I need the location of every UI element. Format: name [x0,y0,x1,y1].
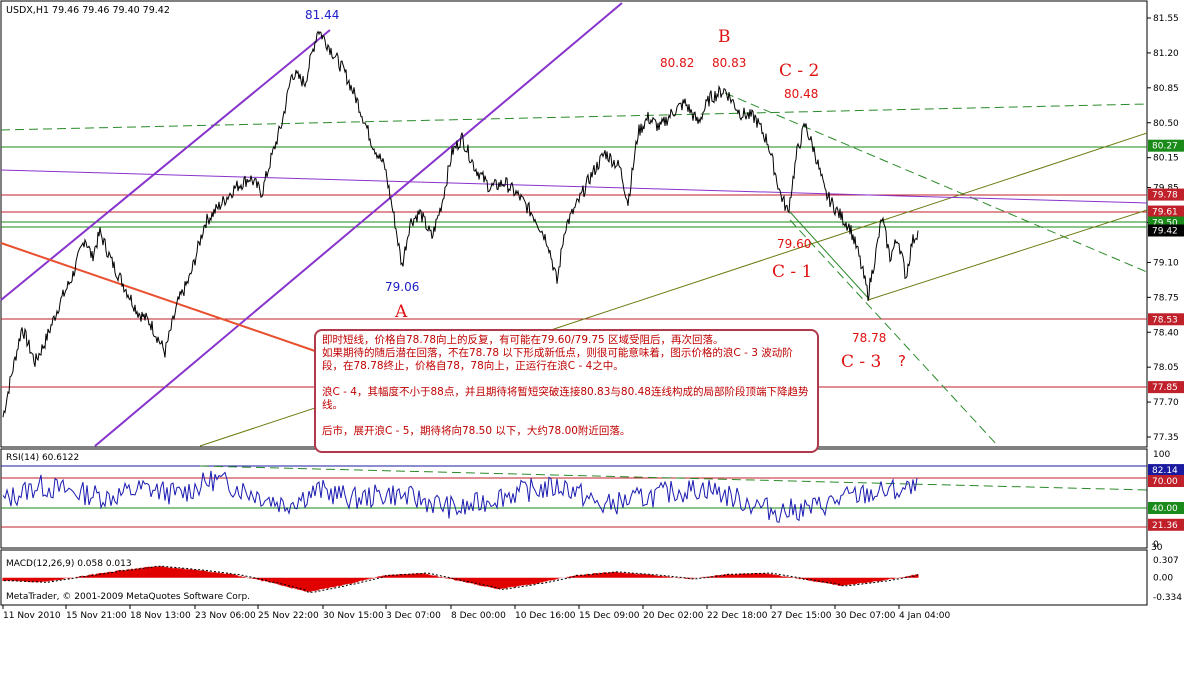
time-tick-label: 22 Dec 18:00 [707,611,768,621]
wave-label-c2: C - 2 [779,61,819,81]
rsi-level-tag-label: 82.14 [1152,466,1178,476]
price-tick-label: 80.50 [1153,119,1179,129]
time-tick-label: 23 Nov 06:00 [195,611,256,621]
time-tick-label: 15 Nov 21:00 [66,611,127,621]
level-tag-label: 80.27 [1152,142,1178,152]
price-tick-label: 79.10 [1153,258,1179,268]
rsi-panel-frame [0,448,1148,549]
macd-top-label: 30 [1151,543,1163,553]
label-80-83: 80.83 [712,56,746,70]
rsi-level-tag-label: 21.36 [1152,521,1178,531]
time-tick-label: 25 Nov 22:00 [258,611,319,621]
level-tag-label: 79.78 [1152,191,1178,201]
note-line-4: 后市，展开浪C - 5，期待将向78.50 以下，大约78.00附近回落。 [322,425,631,437]
rsi-tick-label: 100 [1153,450,1170,460]
time-tick-label: 15 Dec 09:00 [579,611,640,621]
time-tick-label: 20 Dec 02:00 [643,611,704,621]
time-tick-label: 30 Dec 07:00 [835,611,896,621]
macd-tick-label: 0.307 [1153,556,1179,566]
price-tick-label: 78.75 [1153,293,1179,303]
level-tag-label: 77.85 [1152,383,1178,393]
price-tick-label: 81.55 [1153,14,1179,24]
time-tick-label: 18 Nov 13:00 [130,611,191,621]
label-81-44: 81.44 [305,8,339,22]
time-tick-label: 30 Nov 15:00 [323,611,384,621]
note-line-2: 如果期待的随后潜在回落，不在78.78 以下形成新低点，则很可能意味着，图示价格… [322,347,793,372]
note-line-1: 即时短线，价格自78.78向上的反复，有可能在79.60/79.75 区域受阻后… [322,334,724,346]
copyright-text: MetaTrader, © 2001-2009 MetaQuotes Softw… [6,592,250,602]
macd-axis: 30 0.307 0.00 -0.334 [1151,543,1182,603]
wave-label-a: A [394,302,408,322]
label-79-06: 79.06 [385,280,419,294]
level-tag-label: 78.53 [1152,315,1178,325]
wave-label-question: ? [898,352,906,370]
macd-tick-label: -0.334 [1153,593,1182,603]
time-tick-label: 4 Jan 04:00 [899,611,951,621]
label-78-78: 78.78 [852,331,886,345]
rsi-level-tag-label: 40.00 [1152,504,1178,514]
macd-label: MACD(12,26,9) 0.058 0.013 [6,559,132,569]
note-line-3: 浪C - 4，其幅度不小于88点，并且期待将暂短突破连接80.83与80.48连… [322,386,809,411]
wave-label-c3: C - 3 [841,352,881,372]
time-tick-label: 27 Dec 15:00 [771,611,832,621]
rsi-label: RSI(14) 60.6122 [6,453,79,463]
rsi-axis: 100082.1470.0040.0021.36 [1148,450,1184,550]
price-tick-label: 77.35 [1153,433,1179,443]
time-tick-label: 8 Dec 00:00 [451,611,506,621]
level-tag-label: 79.61 [1152,208,1178,218]
price-tick-label: 80.15 [1153,154,1179,164]
label-80-82: 80.82 [660,56,694,70]
time-tick-label: 10 Dec 16:00 [515,611,576,621]
price-tick-label: 80.85 [1153,84,1179,94]
price-tick-label: 78.05 [1153,363,1179,373]
label-80-48: 80.48 [784,87,818,101]
macd-tick-label: 0.00 [1153,574,1173,584]
wave-label-b: B [718,27,731,47]
analysis-note-box: 即时短线，价格自78.78向上的反复，有可能在79.60/79.75 区域受阻后… [314,329,819,453]
time-tick-label: 11 Nov 2010 [3,611,61,621]
label-79-60: 79.60 [777,237,811,251]
price-tick-label: 77.70 [1153,398,1179,408]
symbol-header: USDX,H1 79.46 79.46 79.40 79.42 [6,5,170,16]
price-tick-label: 78.40 [1153,328,1179,338]
time-axis: 11 Nov 2010 15 Nov 21:00 18 Nov 13:00 23 No… [2,605,951,621]
rsi-level-tag-label: 70.00 [1152,477,1178,487]
level-tag-label: 79.42 [1152,226,1178,236]
time-tick-label: 3 Dec 07:00 [386,611,441,621]
wave-label-c1: C - 1 [772,262,812,282]
price-tick-label: 81.20 [1153,49,1179,59]
